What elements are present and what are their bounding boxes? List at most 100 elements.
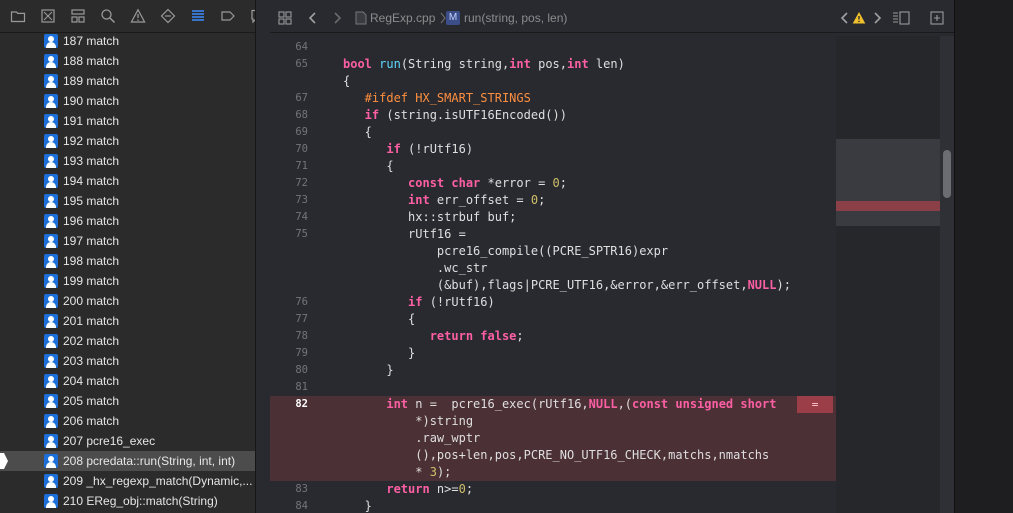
current-code-line[interactable]: .raw_wptr (270, 430, 836, 447)
search-icon[interactable] (98, 7, 117, 25)
code-line[interactable]: 77 { (270, 311, 836, 328)
file-breadcrumb[interactable]: RegExp.cpp (354, 4, 435, 32)
stack-frame-row[interactable]: 200 match (0, 291, 255, 311)
stack-frame-row[interactable]: 199 match (0, 271, 255, 291)
code-line[interactable]: 71 { (270, 158, 836, 175)
user-code-frame-icon (44, 114, 58, 128)
stack-frame-row[interactable]: 208 pcredata::run(String, int, int) (0, 451, 255, 471)
add-editor-icon[interactable] (930, 4, 944, 32)
code-line[interactable]: 78 return false; (270, 328, 836, 345)
previous-issue-icon[interactable] (838, 4, 852, 32)
code-text: int err_offset = 0; (343, 192, 545, 209)
stack-frame-row[interactable]: 198 match (0, 251, 255, 271)
stack-frame-row[interactable]: 206 match (0, 411, 255, 431)
code-line[interactable]: 76 if (!rUtf16) (270, 294, 836, 311)
code-token: ,( (617, 397, 633, 411)
stack-frame-row[interactable]: 196 match (0, 211, 255, 231)
stack-frame-row[interactable]: 193 match (0, 151, 255, 171)
code-line[interactable]: 79 } (270, 345, 836, 362)
code-line[interactable]: pcre16_compile((PCRE_SPTR16)expr (270, 243, 836, 260)
inspector-pane (954, 0, 1013, 513)
code-token: return false (343, 329, 517, 343)
user-code-frame-icon (44, 254, 58, 268)
code-line[interactable]: 65 bool run(String string,int pos,int len… (270, 56, 836, 73)
stack-frame-label: 210 EReg_obj::match(String) (63, 494, 218, 508)
current-code-line[interactable]: (),pos+len,pos,PCRE_NO_UTF16_CHECK,match… (270, 447, 836, 464)
source-control-icon[interactable] (38, 7, 57, 25)
vertical-scrollbar[interactable] (940, 36, 954, 513)
line-number: 81 (295, 381, 308, 393)
debug-navigator-icon[interactable] (188, 7, 207, 25)
stack-frame-row[interactable]: 207 pcre16_exec (0, 431, 255, 451)
stack-frame-row[interactable]: 189 match (0, 71, 255, 91)
stack-frame-row[interactable]: 195 match (0, 191, 255, 211)
code-line[interactable]: 81 (270, 379, 836, 396)
line-number: 82 (295, 398, 308, 410)
code-line[interactable]: 70 if (!rUtf16) (270, 141, 836, 158)
folder-icon[interactable] (8, 7, 27, 25)
report-icon[interactable] (248, 7, 255, 25)
line-number: 69 (295, 126, 308, 138)
code-text: if (!rUtf16) (343, 294, 495, 311)
stack-frame-row[interactable]: 202 match (0, 331, 255, 351)
code-text: } (343, 345, 415, 362)
warning-status-icon[interactable] (852, 4, 866, 32)
code-token: .raw_wptr (343, 431, 481, 445)
code-line[interactable]: 67 #ifdef HX_SMART_STRINGS (270, 90, 836, 107)
code-line[interactable]: .wc_str (270, 260, 836, 277)
code-line[interactable]: 64 (270, 39, 836, 56)
current-code-line[interactable]: *)string (270, 413, 836, 430)
stack-frame-row[interactable]: 201 match (0, 311, 255, 331)
stack-frame-row[interactable]: 191 match (0, 111, 255, 131)
code-text: } (343, 362, 394, 379)
code-token: n>= (429, 482, 459, 496)
code-token: } (343, 363, 394, 377)
code-text: int n = pcre16_exec(rUtf16,NULL,(const u… (343, 396, 776, 413)
code-line[interactable]: 83 return n>=0; (270, 481, 836, 498)
back-chevron-icon[interactable] (306, 4, 320, 32)
minimap-visible-region[interactable] (836, 139, 940, 226)
forward-chevron-icon[interactable] (330, 4, 344, 32)
hierarchy-icon[interactable] (68, 7, 87, 25)
current-code-line[interactable]: * 3); (270, 464, 836, 481)
code-line[interactable]: { (270, 73, 836, 90)
code-line[interactable]: 80 } (270, 362, 836, 379)
stack-frame-row[interactable]: 204 match (0, 371, 255, 391)
error-annotation-badge[interactable]: = (797, 396, 833, 413)
user-code-frame-icon (44, 414, 58, 428)
code-line[interactable]: 73 int err_offset = 0; (270, 192, 836, 209)
scrollbar-thumb[interactable] (943, 150, 951, 198)
code-line[interactable]: 75 rUtf16 = (270, 226, 836, 243)
editor-options-icon[interactable] (892, 4, 910, 32)
code-token: int (343, 397, 409, 411)
breakpoint-icon[interactable] (158, 7, 177, 25)
stack-frame-label: 204 match (63, 374, 120, 388)
stack-frame-row[interactable]: 205 match (0, 391, 255, 411)
code-line[interactable]: 68 if (string.isUTF16Encoded()) (270, 107, 836, 124)
code-line[interactable]: (&buf),flags|PCRE_UTF16,&error,&err_offs… (270, 277, 836, 294)
stack-frame-row[interactable]: 194 match (0, 171, 255, 191)
code-line[interactable]: 74 hx::strbuf buf; (270, 209, 836, 226)
stack-frame-row[interactable]: 203 match (0, 351, 255, 371)
stack-frame-row[interactable]: 187 match (0, 31, 255, 51)
stack-frame-row[interactable]: 188 match (0, 51, 255, 71)
source-editor[interactable]: 64 65 bool run(String string,int pos,int l… (270, 36, 836, 513)
stack-frame-row[interactable]: 197 match (0, 231, 255, 251)
stack-frame-row[interactable]: 210 EReg_obj::match(String) (0, 491, 255, 511)
stack-frame-row[interactable]: 209 _hx_regexp_match(Dynamic,... (0, 471, 255, 491)
line-number: 70 (295, 143, 308, 155)
code-line[interactable]: 69 { (270, 124, 836, 141)
tag-icon[interactable] (218, 7, 237, 25)
code-line[interactable]: 84 } (270, 498, 836, 513)
code-line[interactable]: 72 const char *error = 0; (270, 175, 836, 192)
code-text: if (string.isUTF16Encoded()) (343, 107, 567, 124)
code-text: pcre16_compile((PCRE_SPTR16)expr (343, 243, 668, 260)
next-issue-icon[interactable] (870, 4, 884, 32)
stack-frame-row[interactable]: 190 match (0, 91, 255, 111)
method-breadcrumb[interactable]: M run(string, pos, len) (446, 4, 567, 32)
stack-frame-row[interactable]: 192 match (0, 131, 255, 151)
related-items-icon[interactable] (278, 4, 292, 32)
minimap[interactable] (836, 36, 940, 513)
warning-icon[interactable] (128, 7, 147, 25)
current-code-line[interactable]: 82 int n = pcre16_exec(rUtf16,NULL,(cons… (270, 396, 836, 413)
